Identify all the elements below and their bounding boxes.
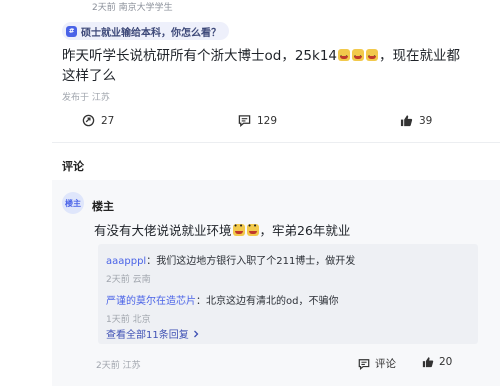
top-meta: 2天前 南京大学学生 bbox=[92, 3, 173, 13]
post-action-bar: 27 129 39 bbox=[60, 108, 480, 138]
comment-count: 129 bbox=[257, 114, 278, 127]
laugh-emoji-icon bbox=[232, 222, 245, 236]
post-location-meta: 发布于 江苏 bbox=[62, 93, 110, 103]
comment-text-part2: ，牢弟26年就业 bbox=[259, 223, 351, 238]
reply-item[interactable]: 严谨的莫尔在造芯片：北京这边有清北的od，不骗你 bbox=[106, 292, 338, 307]
like-count: 39 bbox=[419, 114, 433, 127]
chevron-right-icon bbox=[193, 330, 199, 337]
repost-icon bbox=[82, 114, 95, 127]
view-all-replies-link[interactable]: 查看全部11条回复 bbox=[106, 326, 200, 341]
post-text-part1: 昨天听学长说杭研所有个浙大博士od，25k14 bbox=[62, 48, 338, 64]
reply-meta: 2天前 云南 bbox=[106, 275, 151, 285]
reply-author[interactable]: 严谨的莫尔在造芯片 bbox=[106, 296, 196, 307]
reply-text: ：我们这边地方银行入职了个211博士，做开发 bbox=[146, 256, 356, 267]
comment-icon bbox=[358, 358, 370, 370]
comment-author[interactable]: 楼主 bbox=[92, 198, 114, 214]
like-button[interactable]: 39 bbox=[400, 114, 432, 127]
laugh-emoji-icon bbox=[338, 47, 351, 67]
comment-text-part1: 有没有大佬说说就业环境 bbox=[94, 223, 232, 238]
topic-chip[interactable]: # 硕士就业输给本科，你怎么看？ bbox=[62, 22, 229, 40]
comment-footer-meta: 2天前 江苏 bbox=[96, 361, 141, 371]
laugh-emoji-icon bbox=[366, 47, 379, 67]
view-all-label: 查看全部11条回复 bbox=[106, 330, 189, 341]
thumbs-up-icon bbox=[400, 115, 413, 127]
comment-like-count: 20 bbox=[439, 356, 453, 368]
laugh-emoji-icon bbox=[352, 47, 365, 67]
repost-count: 27 bbox=[101, 114, 115, 127]
reply-label: 评论 bbox=[375, 358, 396, 370]
comment-button[interactable]: 129 bbox=[238, 114, 277, 127]
reply-author[interactable]: aaapppl bbox=[106, 256, 146, 267]
comments-title: 评论 bbox=[62, 160, 84, 173]
comment-icon bbox=[238, 115, 251, 127]
reply-item[interactable]: aaapppl：我们这边地方银行入职了个211博士，做开发 bbox=[106, 252, 355, 267]
reply-button[interactable]: 评论 bbox=[358, 356, 396, 371]
laugh-emoji-icon bbox=[246, 222, 259, 236]
divider bbox=[52, 142, 500, 143]
repost-button[interactable]: 27 bbox=[82, 114, 114, 127]
comment-text: 有没有大佬说说就业环境 ，牢弟26年就业 bbox=[94, 220, 350, 239]
avatar[interactable]: 楼主 bbox=[62, 192, 84, 214]
comment-like-button[interactable]: 20 bbox=[422, 356, 452, 368]
thumbs-up-icon bbox=[422, 357, 434, 368]
topic-icon: # bbox=[66, 25, 77, 37]
post-text: 昨天听学长说杭研所有个浙大博士od，25k14，现在就业都这样了么 bbox=[62, 46, 462, 86]
topic-label: 硕士就业输给本科，你怎么看？ bbox=[81, 27, 221, 39]
reply-text: ：北京这边有清北的od，不骗你 bbox=[196, 296, 339, 307]
reply-meta: 1天前 北京 bbox=[106, 315, 151, 325]
